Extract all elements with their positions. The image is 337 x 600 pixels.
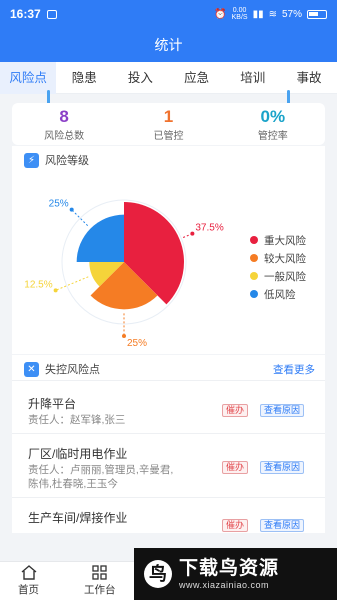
leader-dot xyxy=(190,231,195,236)
uncontrolled-risk-card: ✕ 失控风险点 查看更多 升降平台 责任人：赵军锋,张三 催办 查看原因 厂区/… xyxy=(12,355,325,533)
item-persons: 责任人：卢丽丽,管理员,辛曼君, 陈伟,杜春晓,王玉今 xyxy=(28,463,173,491)
uncontrolled-title: 失控风险点 xyxy=(45,364,100,376)
item-title: 厂区/临时用电作业 xyxy=(28,447,128,461)
watermark-text: 下载鸟资源 www.xiazainiao.com xyxy=(179,558,279,590)
nav-workbench-label: 工作台 xyxy=(84,584,116,596)
uncontrolled-header: ✕ 失控风险点 查看更多 xyxy=(12,355,325,381)
status-time: 16:37 xyxy=(10,7,41,21)
category-tabs: 风险点 隐患 投入 应急 培训 事故 xyxy=(0,61,337,94)
legend-label[interactable]: 较大风险 xyxy=(264,252,306,265)
view-reason-button[interactable]: 查看原因 xyxy=(260,404,305,417)
person-label: 责任人： xyxy=(28,464,70,476)
page-title: 统计 xyxy=(0,28,337,62)
net-speed-unit: KB/S xyxy=(231,14,248,21)
stat-total-value: 8 xyxy=(59,107,69,126)
list-item[interactable]: 生产车间/焊接作业 催办 查看原因 xyxy=(12,499,325,533)
stat-rate-value: 0% xyxy=(260,107,286,126)
urge-button[interactable]: 催办 xyxy=(222,404,249,417)
legend-label[interactable]: 低风险 xyxy=(264,288,296,301)
view-reason-button[interactable]: 查看原因 xyxy=(260,519,305,532)
person-label: 责任人： xyxy=(28,414,70,426)
list-item[interactable]: 升降平台 责任人：赵军锋,张三 催办 查看原因 xyxy=(12,382,325,434)
battery-percent: 57% xyxy=(281,8,302,20)
bird-logo-icon: 鸟 xyxy=(144,560,172,588)
signal-icon: ▮▮ xyxy=(252,8,264,20)
nav-workbench[interactable]: 工作台 xyxy=(84,565,116,597)
stat-controlled[interactable]: 1 已管控 xyxy=(116,103,220,145)
nav-home[interactable]: 首页 xyxy=(18,565,39,597)
stat-total-label: 风险总数 xyxy=(44,131,85,142)
stat-controlled-value: 1 xyxy=(163,107,174,126)
legend-swatch xyxy=(250,254,258,262)
watermark-title: 下载鸟资源 xyxy=(179,558,280,579)
app-notification-icon xyxy=(46,9,57,19)
stat-total[interactable]: 8 风险总数 xyxy=(12,103,116,145)
alarm-icon: ⏰ xyxy=(214,8,227,20)
legend-swatch xyxy=(250,272,258,280)
network-speed: 0.00 KB/S xyxy=(232,7,248,21)
status-bar: 16:37 ⏰ 0.00 KB/S ▮▮ ≋ 57% xyxy=(0,0,337,28)
watermark-banner: 鸟 下载鸟资源 www.xiazainiao.com xyxy=(134,548,337,600)
legend-label[interactable]: 一般风险 xyxy=(264,270,306,283)
grid-icon xyxy=(92,565,107,580)
list-item[interactable]: 厂区/临时用电作业 责任人：卢丽丽,管理员,辛曼君, 陈伟,杜春晓,王玉今 催办 … xyxy=(12,435,325,498)
leader-dot xyxy=(122,334,126,338)
person-names: 卢丽丽,管理员,辛曼君, xyxy=(70,464,174,476)
view-reason-button[interactable]: 查看原因 xyxy=(260,461,305,474)
slice-value-label: 25% xyxy=(127,338,147,349)
tools-icon: ✕ xyxy=(24,361,39,377)
stats-card: 8 风险总数 1 已管控 0% 管控率 xyxy=(12,103,325,145)
tab-risk-points[interactable]: 风险点 xyxy=(0,61,57,94)
tab-investment[interactable]: 投入 xyxy=(112,62,168,94)
slice-value-label: 25% xyxy=(49,199,69,210)
leader-line xyxy=(71,209,89,227)
net-speed-value: 0.00 xyxy=(232,7,247,14)
stat-rate-label: 管控率 xyxy=(257,131,288,142)
item-title: 生产车间/焊接作业 xyxy=(28,511,128,525)
legend-swatch xyxy=(250,290,258,298)
home-icon xyxy=(21,565,36,580)
risk-level-title: 风险等级 xyxy=(45,155,89,167)
watermark-url: www.xiazainiao.com xyxy=(179,580,270,590)
battery-icon xyxy=(307,9,327,19)
risk-level-card: ⚡ 风险等级 37.5% 25% 12.5% 25% 重大风险较大风险一般风险低风险 xyxy=(12,146,325,354)
urge-button[interactable]: 催办 xyxy=(222,519,249,532)
tab-training[interactable]: 培训 xyxy=(225,62,281,94)
wifi-icon: ≋ xyxy=(268,8,277,20)
leader-dot xyxy=(53,288,58,293)
risk-pie-chart: 37.5% 25% 12.5% 25% 重大风险较大风险一般风险低风险 xyxy=(24,199,306,349)
uncontrolled-title-wrap: ✕ 失控风险点 xyxy=(24,361,100,377)
stat-controlled-label: 已管控 xyxy=(153,131,184,142)
leader-line xyxy=(55,276,89,291)
person-names-line2: 陈伟,杜春晓,王玉今 xyxy=(28,478,118,490)
notification-icons xyxy=(46,9,57,19)
person-names: 赵军锋,张三 xyxy=(70,414,126,426)
leader-dot xyxy=(69,207,74,212)
slice-value-label: 12.5% xyxy=(24,279,52,290)
shield-lightning-icon: ⚡ xyxy=(24,152,39,168)
risk-level-header: ⚡ 风险等级 xyxy=(24,152,89,168)
legend-label[interactable]: 重大风险 xyxy=(264,234,306,247)
tab-emergency[interactable]: 应急 xyxy=(169,62,225,94)
view-more-link[interactable]: 查看更多 xyxy=(273,362,315,377)
tab-hazards[interactable]: 隐患 xyxy=(56,62,112,94)
nav-home-label: 首页 xyxy=(18,584,39,596)
item-title: 升降平台 xyxy=(28,397,77,411)
slice-value-label: 37.5% xyxy=(195,223,223,234)
urge-button[interactable]: 催办 xyxy=(222,461,249,474)
legend-swatch xyxy=(250,236,258,244)
tab-accidents[interactable]: 事故 xyxy=(281,62,337,94)
status-right: ⏰ 0.00 KB/S ▮▮ ≋ 57% xyxy=(214,7,327,21)
stat-control-rate[interactable]: 0% 管控率 xyxy=(221,103,325,145)
item-persons: 责任人：赵军锋,张三 xyxy=(28,413,125,427)
